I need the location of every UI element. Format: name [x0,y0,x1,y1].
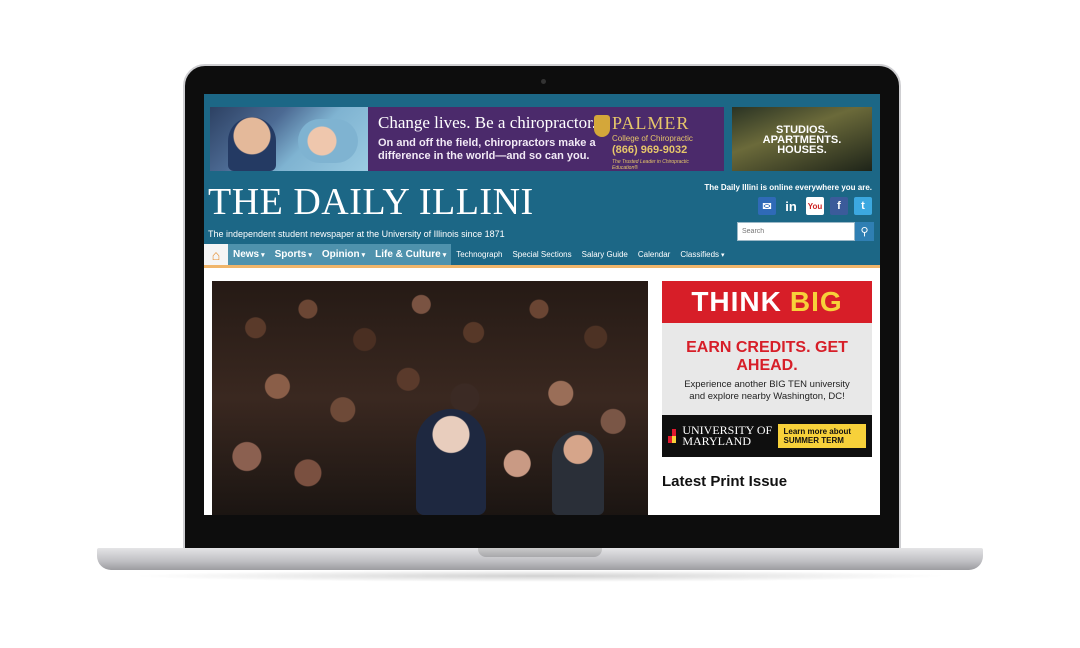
nav-life-culture[interactable]: Life & Culture [370,244,451,265]
studios-line: HOUSES. [777,144,827,156]
nav-salary-guide[interactable]: Salary Guide [577,244,633,265]
nav-news[interactable]: News [228,244,270,265]
umd-footer: UNIVERSITY OF MARYLAND Learn more about … [662,415,872,457]
nav-technograph[interactable]: Technograph [451,244,507,265]
university-name: UNIVERSITY OF MARYLAND [682,423,773,448]
think-text: THINK [691,286,782,317]
camera-icon [541,79,546,84]
online-text: The Daily Illini is online everywhere yo… [704,183,872,192]
summer-term-button[interactable]: Learn more about SUMMER TERM [778,424,866,448]
nav-opinion[interactable]: Opinion [317,244,370,265]
ad-person-image [228,117,276,171]
palmer-ad[interactable]: Change lives. Be a chiropractor. On and … [210,107,724,171]
brand-phone: (866) 969-9032 [612,144,688,156]
ad-banner-row: Change lives. Be a chiropractor. On and … [204,94,880,180]
ad-hands-image [298,119,358,163]
palmer-brand: PALMER College of Chiropractic (866) 969… [594,113,716,171]
nav-special-sections[interactable]: Special Sections [507,244,576,265]
linkedin-icon[interactable]: in [782,197,800,215]
hero-photo[interactable] [212,281,648,515]
masthead: THE DAILY ILLINI The independent student… [204,180,880,244]
home-icon[interactable]: ⌂ [204,244,228,265]
facebook-icon[interactable]: f [830,197,848,215]
main-nav: ⌂ News Sports Opinion Life & Culture Tec… [204,244,880,268]
earn-credits-text: EARN CREDITS. GET AHEAD. [686,339,848,374]
twitter-icon[interactable]: t [854,197,872,215]
brand-tagline: The Trusted Leader in Chiropractic Educa… [612,159,689,171]
latest-print-issue-heading: Latest Print Issue [662,473,788,490]
ad-photo [210,107,368,171]
studios-ad[interactable]: STUDIOS. APARTMENTS. HOUSES. [732,107,872,171]
think-big-ad[interactable]: THINK BIG EARN CREDITS. GET AHEAD. Exper… [662,281,872,457]
maryland-flag-icon [668,429,677,443]
search-icon[interactable]: ⚲ [855,222,874,241]
ad-description: Experience another BIG TEN university an… [662,379,872,403]
ad-description-line: and explore nearby Washington, DC! [689,391,845,402]
big-text: BIG [789,286,843,317]
youtube-icon[interactable]: You [806,197,824,215]
main-content: THINK BIG EARN CREDITS. GET AHEAD. Exper… [204,271,880,515]
brand-sub: College of Chiropractic [612,134,693,143]
hero-figure-secondary [552,431,604,515]
browser-screen: Change lives. Be a chiropractor. On and … [204,94,880,515]
ad-body: On and off the field, chiropractors make… [378,137,596,162]
laptop-notch [478,548,602,557]
nav-main-group: News Sports Opinion Life & Culture [228,244,452,265]
ad-description-line: Experience another BIG TEN university [684,379,850,390]
nav-calendar[interactable]: Calendar [633,244,675,265]
search-input[interactable] [737,222,855,241]
nav-sports[interactable]: Sports [270,244,317,265]
crest-icon [594,115,610,137]
social-links: ✉ in You f t [758,197,872,215]
nav-secondary-group: Technograph Special Sections Salary Guid… [451,244,729,265]
think-big-banner: THINK BIG [662,281,872,323]
site-tagline: The independent student newspaper at the… [208,229,505,239]
hero-figure [416,409,486,515]
ad-text: Change lives. Be a chiropractor. On and … [368,107,724,171]
nav-classifieds[interactable]: Classifieds [675,244,729,265]
brand-name: PALMER [612,113,690,133]
laptop-shadow [130,570,950,582]
mail-icon[interactable]: ✉ [758,197,776,215]
sidebar: THINK BIG EARN CREDITS. GET AHEAD. Exper… [662,281,872,490]
site-logo[interactable]: THE DAILY ILLINI [208,180,534,224]
search-form: ⚲ [737,222,874,241]
